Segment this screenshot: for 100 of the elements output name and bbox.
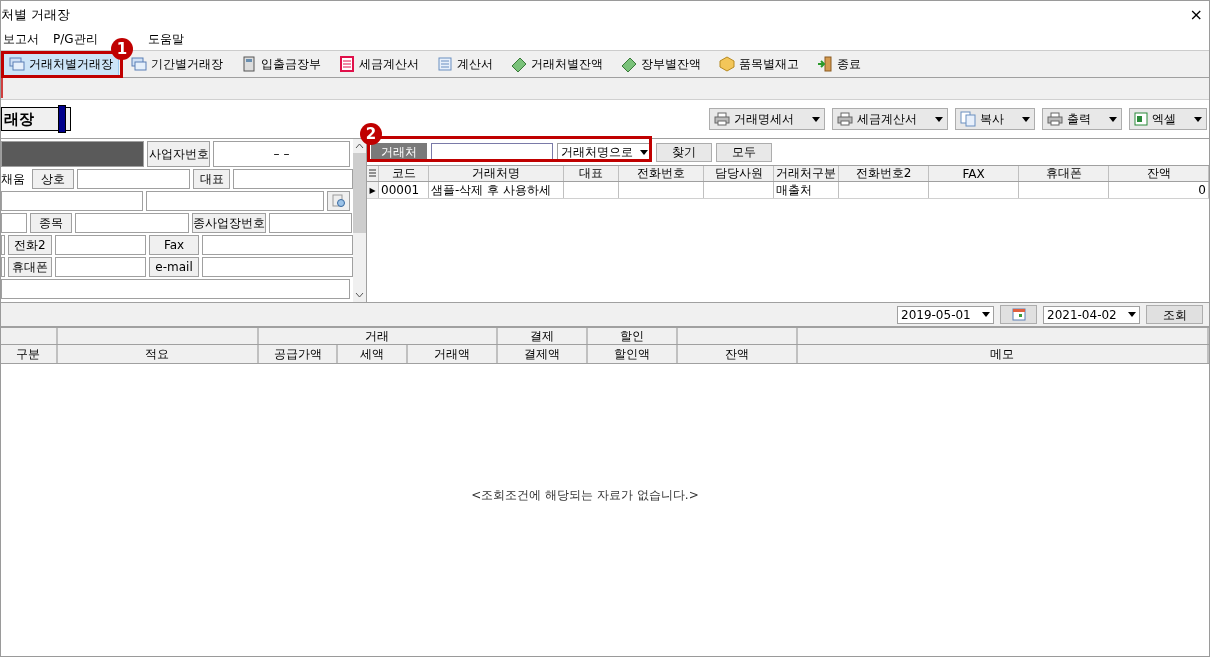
toolbar-button[interactable]: 세금계산서 — [333, 52, 425, 76]
toolbar-button[interactable]: 거래처별잔액 — [505, 52, 609, 76]
input-field[interactable]: – – — [213, 141, 350, 167]
caret-icon — [1194, 116, 1202, 122]
column-header: 전화번호 — [619, 166, 704, 181]
input-field[interactable] — [75, 213, 189, 233]
toolbar-button[interactable]: 계산서 — [431, 52, 499, 76]
input-field[interactable] — [233, 169, 353, 189]
show-all-button[interactable]: 모두 — [716, 142, 772, 162]
spreadsheet-icon — [1134, 112, 1148, 126]
column-header: 휴대폰 — [1019, 166, 1109, 181]
caret-icon — [1109, 116, 1117, 122]
field-label: 대표 — [193, 169, 231, 189]
column-header: 할인액 — [588, 345, 678, 363]
search-icon — [331, 194, 346, 208]
caret-icon — [812, 116, 820, 122]
table-cell: 매출처 — [774, 182, 839, 198]
caret-icon — [640, 149, 648, 155]
field-label: 종사업장번호 — [192, 213, 266, 233]
field-label: Fax — [148, 235, 200, 255]
toolbar-button[interactable]: 종료 — [811, 52, 867, 76]
caret-icon — [1128, 312, 1136, 317]
search-mode-dropdown[interactable]: 거래처명으로 — [557, 142, 652, 162]
input-field[interactable] — [1, 235, 5, 255]
action-button[interactable]: 복사 — [955, 108, 1035, 130]
calendar-icon — [1011, 308, 1026, 321]
chevron-down-icon — [355, 292, 364, 298]
window-icon — [131, 56, 147, 72]
lookup-button[interactable] — [327, 191, 350, 211]
scrollbar[interactable] — [353, 139, 366, 302]
menu-item[interactable]: 보고서 — [3, 30, 39, 48]
action-button[interactable]: 엑셀 — [1129, 108, 1207, 130]
table-cell: 00001 — [379, 182, 429, 198]
field-label: 상호 — [31, 169, 74, 189]
column-header: 세액 — [338, 345, 409, 363]
column-header: 거래액 — [408, 345, 499, 363]
column-header: 담당사원 — [704, 166, 774, 181]
callout-badge: 1 — [111, 38, 133, 60]
caret-icon — [1022, 116, 1030, 122]
copy-icon — [960, 111, 976, 127]
menu-item[interactable]: P/G관리 — [53, 30, 98, 48]
window-title: 처별 거래장 — [1, 5, 71, 24]
column-header: 잔액 — [1109, 166, 1209, 181]
input-field[interactable] — [1, 279, 350, 299]
input-field[interactable] — [1, 213, 27, 233]
field-label: 사업자번호 — [147, 141, 210, 167]
action-button[interactable]: 거래명세서 — [709, 108, 825, 130]
page-title: 래장 — [1, 107, 71, 131]
action-button[interactable]: 출력 — [1042, 108, 1122, 130]
calendar-button[interactable] — [1000, 305, 1037, 324]
chevron-up-icon — [355, 143, 364, 149]
toolbar-button[interactable]: 거래처별거래장 — [3, 52, 119, 76]
toolbar-button[interactable]: 입출금장부 — [235, 52, 327, 76]
column-header: 전화번호2 — [839, 166, 929, 181]
empty-message: <조회조건에 해당되는 자료가 없습니다.> — [471, 486, 699, 504]
date-field[interactable]: 2019-05-01 — [897, 305, 994, 324]
input-field[interactable] — [146, 191, 324, 211]
column-header: 결제액 — [498, 345, 589, 363]
printer-icon — [1047, 112, 1063, 126]
date-field[interactable]: 2021-04-02 — [1043, 305, 1140, 324]
column-header: 거래처구분 — [774, 166, 839, 181]
field-label: 휴대폰 — [8, 257, 52, 277]
input-field[interactable] — [269, 213, 352, 233]
input-field[interactable] — [76, 169, 191, 189]
menu-item[interactable]: 도움말 — [147, 30, 184, 48]
sheet-icon — [339, 56, 355, 72]
field-label: e-mail — [148, 257, 200, 277]
input-field[interactable] — [202, 235, 353, 255]
column-header: 잔액 — [677, 345, 798, 363]
input-field[interactable] — [54, 257, 146, 277]
action-button[interactable]: 세금계산서 — [832, 108, 948, 130]
field-label: 채움 — [1, 170, 26, 188]
printer-icon — [714, 112, 730, 126]
exit-door-icon — [817, 56, 833, 72]
toolbar-button[interactable]: 장부별잔액 — [615, 52, 707, 76]
grid-menu-icon — [369, 169, 376, 178]
field-label: 전화2 — [8, 235, 52, 255]
column-header: FAX — [929, 166, 1019, 181]
input-field[interactable] — [202, 257, 353, 277]
calculator-icon — [241, 56, 257, 72]
caret-icon — [982, 312, 990, 317]
find-button[interactable]: 찾기 — [656, 142, 712, 162]
column-header: 구분 — [1, 345, 58, 363]
field-label: 종목 — [30, 213, 72, 233]
printer-icon — [837, 112, 853, 126]
column-header: 메모 — [797, 345, 1209, 363]
toolbar-button[interactable]: 품목별재고 — [713, 52, 805, 76]
column-header: 공급가액 — [258, 345, 339, 363]
column-header: 거래처명 — [429, 166, 564, 181]
input-field[interactable] — [1, 257, 5, 277]
close-button[interactable]: × — [1189, 5, 1203, 24]
input-field[interactable] — [54, 235, 146, 255]
column-header: 코드 — [379, 166, 429, 181]
row-marker: ▶ — [367, 182, 379, 198]
column-header: 대표 — [564, 166, 619, 181]
query-button[interactable]: 조회 — [1146, 305, 1203, 324]
table-cell: 샘플-삭제 후 사용하세 — [429, 182, 564, 198]
table-cell: 0 — [1109, 182, 1209, 198]
input-field[interactable] — [1, 191, 143, 211]
callout-badge: 2 — [360, 123, 382, 145]
